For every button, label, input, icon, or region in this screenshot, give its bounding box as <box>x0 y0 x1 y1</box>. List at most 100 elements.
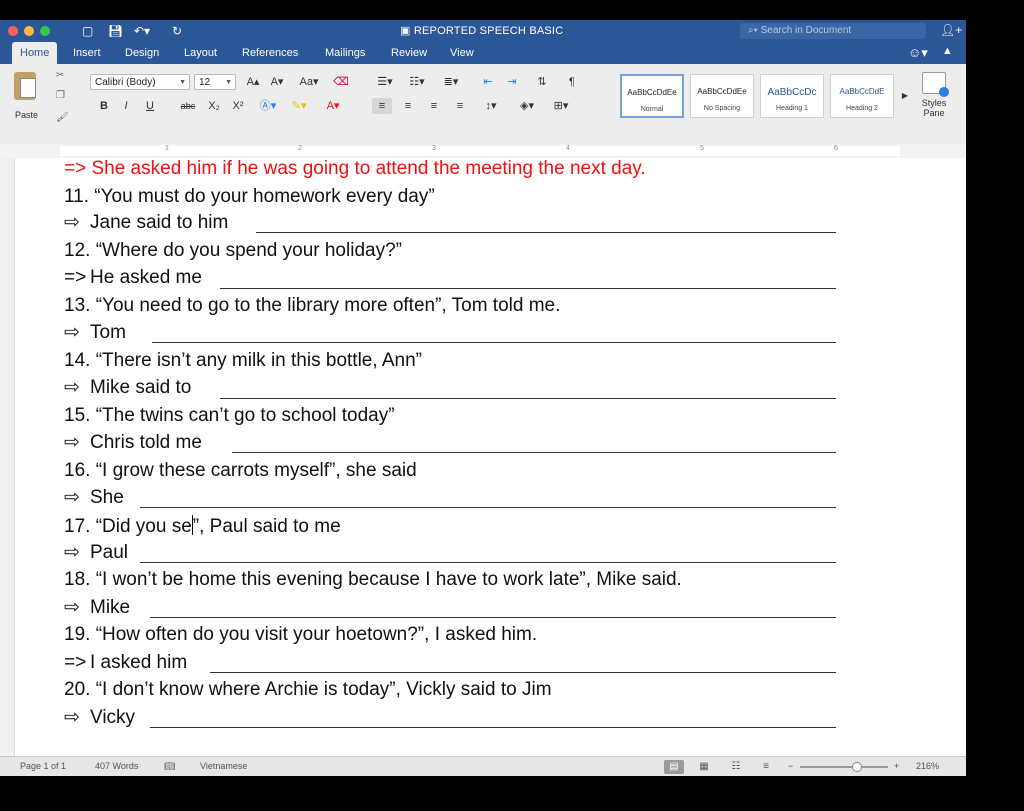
web-layout-button[interactable]: ▦ <box>694 760 714 774</box>
borders-icon[interactable]: ⊞▾ <box>548 98 574 114</box>
italic-button[interactable]: I <box>118 98 134 114</box>
redo-icon[interactable]: ↻ <box>172 23 182 39</box>
styles-pane-icon <box>922 72 949 97</box>
close-button[interactable] <box>8 26 18 36</box>
zoom-out-button[interactable]: − <box>788 761 793 771</box>
font-color-icon[interactable]: A▾ <box>322 98 344 114</box>
bold-button[interactable]: B <box>96 98 112 114</box>
grow-font-button[interactable]: A▴ <box>242 74 264 90</box>
answer-blank[interactable] <box>256 232 836 233</box>
answer-11: ⇨ Jane said to him <box>64 212 228 234</box>
title-bar: ▢ 💾︎ ↶▾ ↻ ▣ REPORTED SPEECH BASIC ⌕▾ Sea… <box>0 20 966 42</box>
justify-icon[interactable]: ≡ <box>450 98 470 114</box>
arrow-icon: ⇨ <box>64 377 80 398</box>
answer-blank[interactable] <box>140 562 836 563</box>
styles-more-icon[interactable]: ▶ <box>900 88 910 104</box>
collapse-ribbon-icon[interactable]: ▲ <box>942 45 953 57</box>
zoom-in-button[interactable]: + <box>894 761 899 771</box>
tab-insert[interactable]: Insert <box>73 42 101 64</box>
document-page[interactable]: => She asked him if he was going to atte… <box>0 158 966 756</box>
cut-icon[interactable]: ✂ <box>56 70 64 81</box>
zoom-slider-knob[interactable] <box>852 762 862 772</box>
font-size-dropdown[interactable]: 12 ▼ <box>194 74 236 90</box>
tab-view[interactable]: View <box>450 42 474 64</box>
styles-pane-button[interactable]: Styles Pane <box>916 72 952 132</box>
question-13: 13. “You need to go to the library more … <box>64 295 561 316</box>
answer-blank[interactable] <box>150 727 836 728</box>
feedback-smiley-icon[interactable]: ☺▾ <box>908 45 928 61</box>
question-15: 15. “The twins can’t go to school today” <box>64 405 395 426</box>
font-name-dropdown[interactable]: Calibri (Body) ▼ <box>90 74 190 90</box>
align-right-icon[interactable]: ≡ <box>424 98 444 114</box>
style-heading-2[interactable]: AaBbCcDdE Heading 2 <box>830 74 894 118</box>
line-spacing-icon[interactable]: ↕▾ <box>478 98 504 114</box>
question-17-end: ”, Paul said to me <box>192 516 341 537</box>
subscript-button[interactable]: X₂ <box>204 98 224 114</box>
zoom-slider[interactable] <box>800 762 888 772</box>
clear-formatting-icon[interactable]: ⌫ <box>330 74 352 90</box>
print-layout-button[interactable]: ▤ <box>664 760 684 774</box>
share-icon[interactable]: 👤︎+ <box>940 23 962 37</box>
ruler-number: 2 <box>298 145 302 152</box>
answer-blank[interactable] <box>210 672 836 673</box>
align-left-icon[interactable]: ≡ <box>372 98 392 114</box>
answer-14: ⇨ Mike said to <box>64 377 191 399</box>
word-count[interactable]: 407 Words <box>95 761 138 771</box>
question-17-start: 17. “Did you se <box>64 516 192 537</box>
underline-button[interactable]: U <box>142 98 158 114</box>
tab-design[interactable]: Design <box>125 42 159 64</box>
style-normal[interactable]: AaBbCcDdEe Normal <box>620 74 684 118</box>
font-name-value: Calibri (Body) <box>95 77 156 88</box>
change-case-button[interactable]: Aa▾ <box>296 74 322 90</box>
format-painter-icon[interactable]: 🖌︎ <box>56 112 69 123</box>
tab-references[interactable]: References <box>242 42 298 64</box>
answer-blank[interactable] <box>150 617 836 618</box>
ruler-number: 6 <box>834 145 838 152</box>
paste-button[interactable]: Paste <box>8 72 48 124</box>
copy-icon[interactable]: ❐ <box>56 90 65 101</box>
pilcrow-icon[interactable]: ¶ <box>562 74 582 90</box>
outline-view-button[interactable]: ☷ <box>726 760 746 774</box>
ruler[interactable]: 1 2 3 4 5 6 <box>0 144 966 159</box>
answer-blank[interactable] <box>220 288 836 289</box>
save-icon[interactable]: 💾︎ <box>108 23 123 39</box>
shrink-font-button[interactable]: A▾ <box>266 74 288 90</box>
bullets-icon[interactable]: ☰▾ <box>372 74 398 90</box>
multilevel-list-icon[interactable]: ≣▾ <box>438 74 464 90</box>
answer-blank[interactable] <box>232 452 836 453</box>
undo-icon[interactable]: ↶▾ <box>134 23 150 39</box>
answer-20: ⇨ Vicky <box>64 707 135 729</box>
search-input[interactable]: ⌕▾ Search in Document <box>740 23 926 39</box>
draft-view-button[interactable]: ≡ <box>756 760 776 774</box>
strikethrough-button[interactable]: abc <box>176 98 200 114</box>
arrow-icon: ⇨ <box>64 542 80 563</box>
numbering-icon[interactable]: ☷▾ <box>404 74 430 90</box>
shading-icon[interactable]: ◈▾ <box>514 98 540 114</box>
sidebar-icon[interactable]: ▢ <box>82 23 93 39</box>
language-indicator[interactable]: Vietnamese <box>200 761 247 771</box>
style-no-spacing[interactable]: AaBbCcDdEe No Spacing <box>690 74 754 118</box>
answer-blank[interactable] <box>152 342 836 343</box>
decrease-indent-icon[interactable]: ⇤ <box>478 74 498 90</box>
increase-indent-icon[interactable]: ⇥ <box>502 74 522 90</box>
sort-icon[interactable]: ⇅ <box>532 74 552 90</box>
answer-19-text: I asked him <box>90 652 188 673</box>
answer-11-text: Jane said to him <box>90 212 229 233</box>
text-effects-icon[interactable]: Ⓐ▾ <box>258 98 278 114</box>
tab-mailings[interactable]: Mailings <box>325 42 365 64</box>
answer-16-text: She <box>90 487 124 508</box>
tab-home[interactable]: Home <box>12 42 58 64</box>
align-center-icon[interactable]: ≡ <box>398 98 418 114</box>
highlight-icon[interactable]: ✎▾ <box>288 98 310 114</box>
style-heading-1[interactable]: AaBbCcDc Heading 1 <box>760 74 824 118</box>
proofing-icon[interactable]: 📖︎ <box>164 761 175 772</box>
tab-layout[interactable]: Layout <box>184 42 217 64</box>
minimize-button[interactable] <box>24 26 34 36</box>
answer-blank[interactable] <box>140 507 836 508</box>
ruler-number: 4 <box>566 145 570 152</box>
tab-review[interactable]: Review <box>391 42 427 64</box>
page-count[interactable]: Page 1 of 1 <box>20 761 66 771</box>
answer-blank[interactable] <box>220 398 836 399</box>
zoom-button[interactable] <box>40 26 50 36</box>
superscript-button[interactable]: X² <box>228 98 248 114</box>
